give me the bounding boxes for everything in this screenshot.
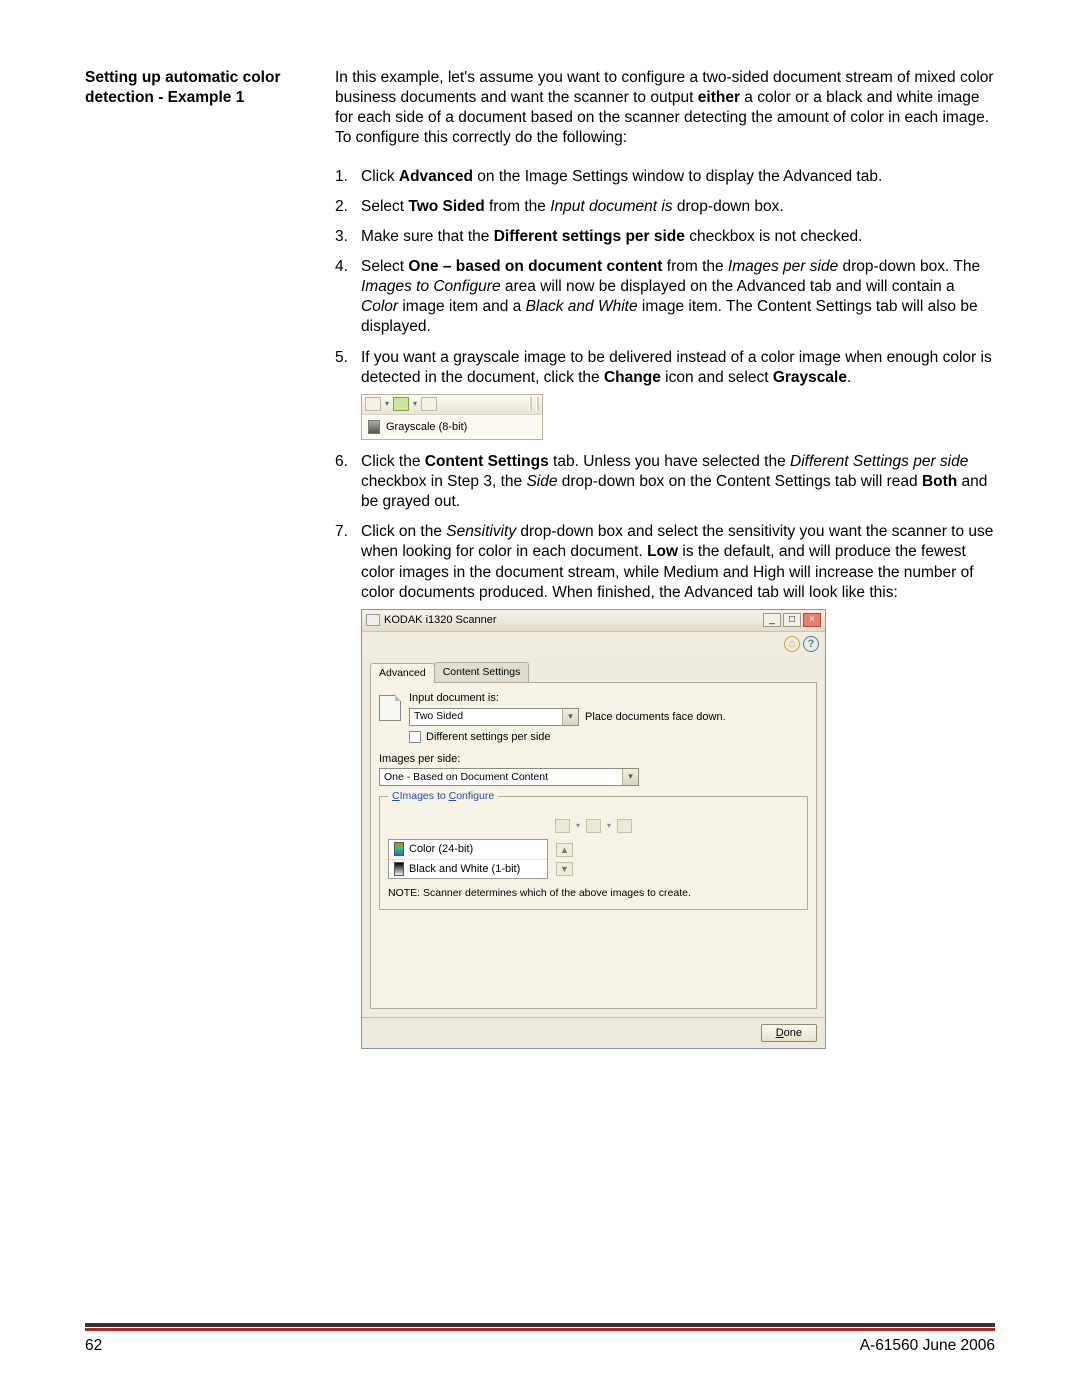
chevron-down-icon: ▾ [622,769,638,785]
close-button[interactable]: × [803,613,821,627]
tab-strip: Advanced Content Settings [370,662,817,684]
input-document-dropdown[interactable]: Two Sided ▾ [409,708,579,726]
scanner-window: KODAK i1320 Scanner _ □ × ⌂ ? Advanced C… [361,609,826,1049]
section-heading: Setting up automatic color detection - E… [85,68,335,1059]
input-document-label: Input document is: [409,691,808,705]
step-4: Select One – based on document content f… [335,257,995,338]
list-item[interactable]: Color (24-bit) [389,840,547,859]
doc-id: A-61560 June 2006 [860,1337,995,1355]
scanner-note: NOTE: Scanner determines which of the ab… [388,887,799,901]
images-per-side-dropdown[interactable]: One - Based on Document Content ▾ [379,768,639,786]
different-settings-label: Different settings per side [426,730,551,744]
step-7: Click on the Sensitivity drop-down box a… [335,522,995,1048]
move-down-button[interactable]: ▼ [556,862,573,876]
color-swatch-icon [394,842,404,856]
delete-icon[interactable] [421,397,437,411]
add-image-icon[interactable] [555,819,570,833]
steps-list: Click Advanced on the Image Settings win… [335,167,995,1049]
delete-image-icon[interactable] [617,819,632,833]
move-up-button[interactable]: ▲ [556,843,573,857]
chevron-down-icon: ▾ [562,709,578,725]
different-settings-checkbox[interactable] [409,731,421,743]
images-per-side-label: Images per side: [379,752,808,766]
home-icon[interactable]: ⌂ [784,636,800,652]
titlebar[interactable]: KODAK i1320 Scanner _ □ × [362,610,825,632]
add-icon[interactable] [365,397,381,411]
section-body: In this example, let's assume you want t… [335,68,995,1059]
page-number: 62 [85,1337,102,1355]
placement-hint: Place documents face down. [585,710,726,724]
step-6: Click the Content Settings tab. Unless y… [335,452,995,512]
help-icon[interactable]: ? [803,636,819,652]
image-config-list[interactable]: Color (24-bit) Black and White (1-bit) [388,839,548,879]
maximize-button[interactable]: □ [783,613,801,627]
bw-swatch-icon [394,862,404,876]
fieldset-legend: CImages to ConfigureImages to Configure [388,790,498,804]
document-icon [379,695,401,721]
change-icon[interactable] [393,397,409,411]
minimize-button[interactable]: _ [763,613,781,627]
list-item[interactable]: Black and White (1-bit) [389,860,547,878]
app-icon [366,614,380,626]
tab-advanced[interactable]: Advanced [370,663,435,684]
window-title: KODAK i1320 Scanner [384,613,497,627]
images-to-configure-fieldset: CImages to ConfigureImages to Configure … [379,796,808,909]
step-1: Click Advanced on the Image Settings win… [335,167,995,187]
grayscale-swatch-icon [368,420,380,434]
step-5: If you want a grayscale image to be deli… [335,348,995,440]
step-2: Select Two Sided from the Input document… [335,197,995,217]
change-image-icon[interactable] [586,819,601,833]
page-footer: 62 A-61560 June 2006 [85,1323,995,1355]
done-button[interactable]: Done [761,1024,817,1042]
step-3: Make sure that the Different settings pe… [335,227,995,247]
tab-content-settings[interactable]: Content Settings [434,662,530,683]
intro-paragraph: In this example, let's assume you want t… [335,68,995,149]
grayscale-menu-item[interactable]: Grayscale (8-bit) [362,415,542,439]
grayscale-menu-figure: ▾ ▾ Grayscale (8-bit) [361,394,543,440]
